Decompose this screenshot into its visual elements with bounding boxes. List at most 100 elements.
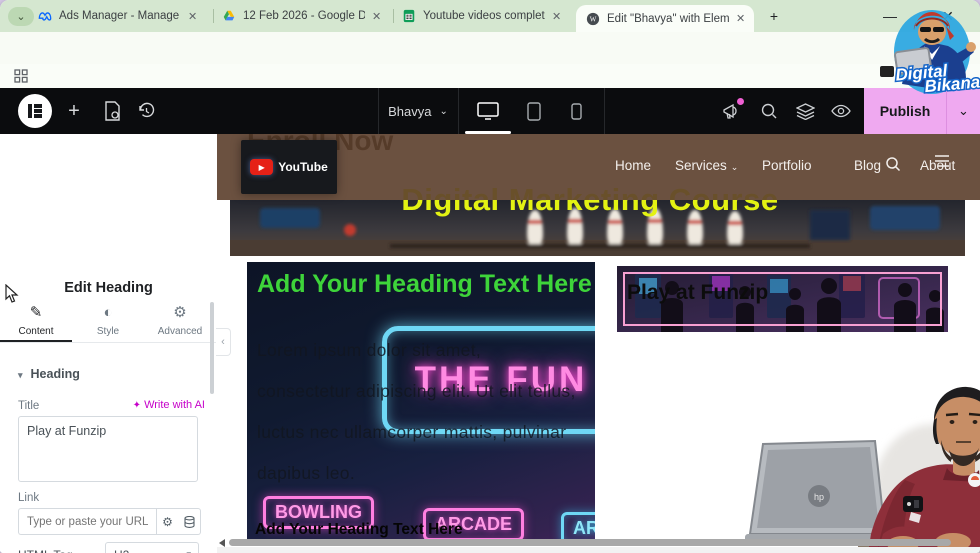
- youtube-play-icon: ▶: [250, 159, 274, 175]
- tab-advanced[interactable]: ⚙ Advanced: [144, 304, 216, 337]
- lorem-line: dapibus leo.: [257, 463, 355, 483]
- close-icon[interactable]: ✕: [188, 10, 197, 23]
- nav-item-services[interactable]: Services ⌄: [675, 158, 738, 173]
- divider: [604, 88, 605, 134]
- device-desktop-button[interactable]: [466, 88, 510, 134]
- dynamic-tags-button[interactable]: [178, 508, 201, 535]
- tab-divider: [213, 9, 214, 23]
- lorem-line: luctus nec ullamcorper mattis, pulvinar: [257, 422, 567, 442]
- chevron-down-icon: ⌄: [16, 11, 26, 23]
- link-field-label: Link: [18, 492, 40, 504]
- site-logo[interactable]: ▶ YouTube: [241, 140, 337, 194]
- new-tab-button[interactable]: +: [762, 4, 786, 28]
- device-mobile-button[interactable]: [558, 88, 594, 134]
- site-menu-button[interactable]: [933, 154, 951, 168]
- nav-item-home[interactable]: Home: [615, 158, 651, 173]
- tablet-icon: [527, 101, 541, 121]
- panel-collapse-button[interactable]: ‹: [216, 328, 231, 356]
- elementor-menu-button[interactable]: [18, 88, 52, 134]
- divider: [458, 88, 459, 134]
- html-tag-label: HTML Tag: [18, 548, 73, 553]
- whats-new-button[interactable]: [716, 88, 746, 134]
- selected-heading-text[interactable]: Play at Funzip: [627, 281, 768, 305]
- tab-title: 12 Feb 2026 - Google Drive: [243, 10, 365, 22]
- thumbs-up: [966, 42, 976, 52]
- site-search-button[interactable]: [885, 156, 901, 172]
- desktop-icon: [477, 102, 499, 120]
- heading-section-toggle[interactable]: ▾ Heading: [18, 367, 80, 381]
- publish-split-button: Publish ⌄: [864, 88, 980, 134]
- document-settings-icon: [104, 101, 120, 121]
- left-green-heading[interactable]: Add Your Heading Text Here: [257, 270, 592, 299]
- tab-title: Ads Manager - Manage ads - C: [59, 10, 181, 22]
- eye-icon: [831, 104, 851, 118]
- add-element-button[interactable]: +: [62, 88, 86, 134]
- browser-tab-sheets[interactable]: Youtube videos complete topic ✕: [402, 0, 570, 32]
- elementor-edit-panel: Edit Heading ✎ Content ◐ Style ⚙ Advance…: [0, 134, 218, 553]
- html-tag-value: H2: [114, 548, 129, 553]
- bottom-heading[interactable]: Add Your Heading Text Here: [255, 521, 463, 539]
- close-icon[interactable]: ✕: [736, 12, 745, 25]
- title-input[interactable]: Play at Funzip: [18, 416, 198, 482]
- tab-title: Edit "Bhavya" with Elementor: [607, 12, 729, 25]
- browser-tab-elementor-active[interactable]: W Edit "Bhavya" with Elementor ✕: [576, 5, 754, 32]
- browser-toolbar: ← → ⟳ startupsabha.com/wp-admin/post.php…: [0, 32, 980, 94]
- search-icon: [761, 103, 777, 119]
- left-image-column[interactable]: THE FUN Add Your Heading Text Here Lorem…: [247, 262, 595, 544]
- google-sheets-icon: [403, 9, 415, 23]
- close-icon[interactable]: ✕: [552, 10, 561, 23]
- brand-name: YouTube: [278, 160, 328, 174]
- selected-heading-widget[interactable]: Play at Funzip: [617, 266, 948, 332]
- gear-icon: ⚙: [162, 514, 173, 529]
- link-input[interactable]: [18, 508, 157, 535]
- device-tablet-button[interactable]: [514, 88, 554, 134]
- divider: [0, 342, 216, 343]
- tab-divider: [393, 9, 394, 23]
- link-options-button[interactable]: ⚙: [156, 508, 179, 535]
- gear-icon: ⚙: [173, 304, 187, 321]
- structure-button[interactable]: [790, 88, 820, 134]
- nav-item-blog[interactable]: Blog: [854, 158, 881, 173]
- bookmarks-bar: [0, 64, 980, 88]
- megaphone-icon: [722, 103, 737, 119]
- caret-down-icon: ▾: [186, 549, 191, 553]
- tab-search-button[interactable]: ⌄: [8, 7, 34, 26]
- chevron-down-icon: ⌄: [439, 105, 448, 117]
- presenter-webcam-overlay: hp: [745, 386, 980, 553]
- scroll-left-arrow[interactable]: [219, 539, 225, 547]
- browser-window: ⌄ Ads Manager - Manage ads - C ✕ 12 Feb …: [0, 0, 980, 553]
- apps-grid-icon[interactable]: [14, 69, 28, 83]
- meta-icon: [38, 12, 52, 21]
- browser-tab-ads-manager[interactable]: Ads Manager - Manage ads - C ✕: [38, 0, 210, 32]
- page-settings-button[interactable]: [100, 88, 124, 134]
- history-icon: [138, 102, 154, 117]
- svg-text:hp: hp: [814, 492, 824, 502]
- preview-button[interactable]: [826, 88, 856, 134]
- chevron-down-icon: ⌄: [958, 103, 969, 118]
- html-tag-select[interactable]: H2 ▾: [105, 542, 199, 553]
- browser-tab-google-drive[interactable]: 12 Feb 2026 - Google Drive ✕: [222, 0, 390, 32]
- panel-scrollbar[interactable]: [210, 302, 214, 394]
- history-button[interactable]: [134, 88, 158, 134]
- horizontal-scrollbar[interactable]: [229, 539, 951, 546]
- publish-options-button[interactable]: ⌄: [947, 88, 980, 134]
- write-with-ai-button[interactable]: ✦ Write with AI: [0, 399, 205, 411]
- close-icon[interactable]: ✕: [372, 10, 381, 23]
- lorem-line: Lorem ipsum dolor sit amet,: [257, 340, 482, 360]
- elementor-top-bar: + Bhavya ⌄ Publish ⌄: [0, 88, 980, 134]
- search-icon: [886, 157, 901, 172]
- mobile-icon: [570, 102, 582, 120]
- wordpress-icon: W: [586, 12, 600, 25]
- page-canvas[interactable]: Enroll Now: [217, 134, 980, 553]
- style-icon: ◐: [103, 304, 113, 321]
- publish-button[interactable]: Publish: [864, 88, 946, 134]
- nav-item-portfolio[interactable]: Portfolio: [762, 158, 812, 173]
- browser-tab-bar: ⌄ Ads Manager - Manage ads - C ✕ 12 Feb …: [0, 0, 980, 32]
- tab-style[interactable]: ◐ Style: [72, 304, 144, 337]
- tab-content[interactable]: ✎ Content: [0, 304, 72, 337]
- mouse-cursor: [5, 284, 19, 303]
- tab-label: Style: [96, 326, 120, 337]
- lorem-line: consectetur adipiscing elit. Ut elit tel…: [257, 381, 576, 401]
- document-switcher[interactable]: Bhavya ⌄: [388, 88, 448, 134]
- finder-search-button[interactable]: [754, 88, 784, 134]
